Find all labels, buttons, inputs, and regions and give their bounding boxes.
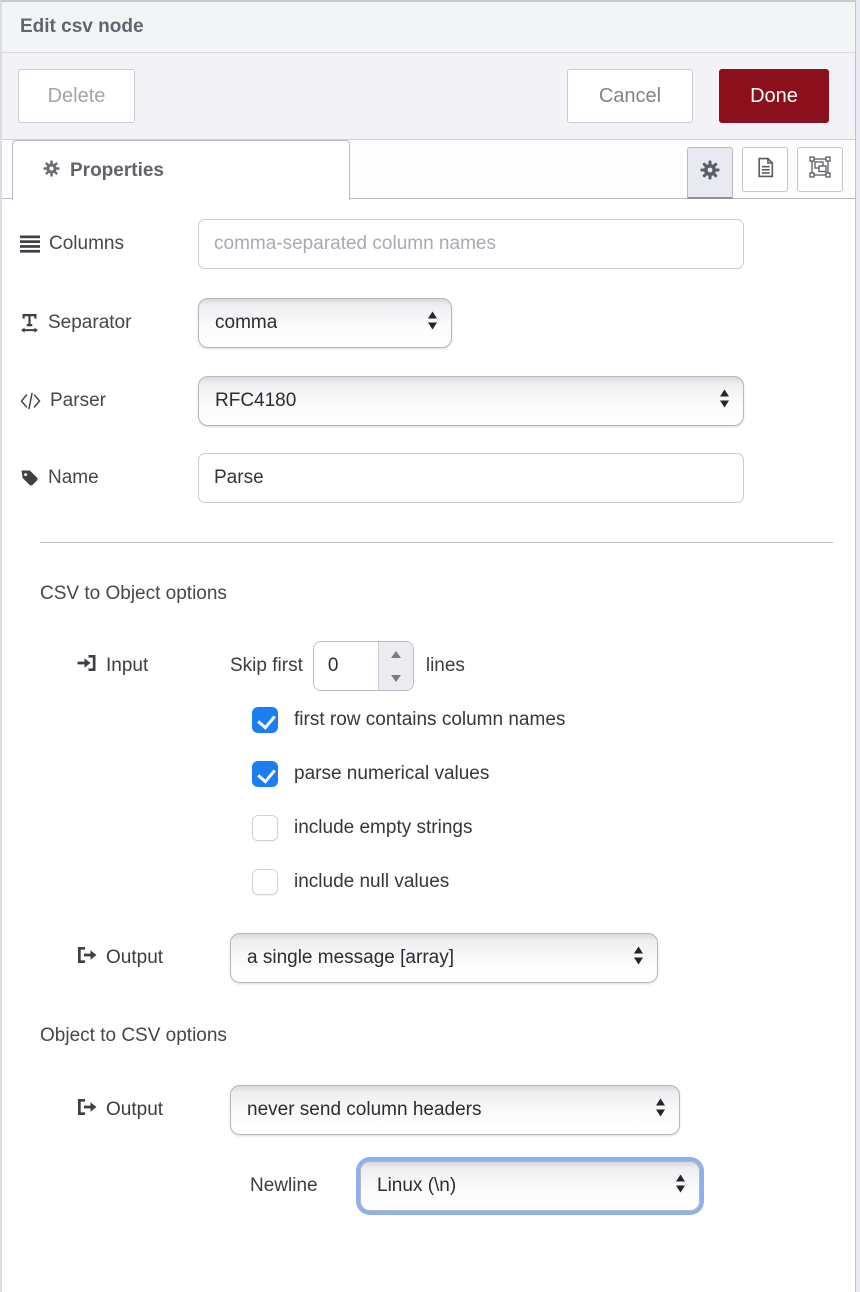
select-arrows-icon <box>675 1175 686 1198</box>
tab-properties-label: Properties <box>70 160 164 182</box>
parser-row: Parser RFC4180 <box>20 376 835 426</box>
tag-icon <box>20 469 39 488</box>
sign-in-icon <box>77 654 97 678</box>
checkbox-row-first-row-names: first row contains column names <box>252 707 835 733</box>
newline-label: Newline <box>250 1175 360 1197</box>
skip-lines-input[interactable] <box>314 642 378 690</box>
tab-bar: Properties <box>2 140 855 199</box>
object-group-icon <box>809 156 831 183</box>
parser-label: Parser <box>20 390 198 412</box>
obj-output-select[interactable]: never send column headers <box>230 1085 680 1135</box>
newline-select[interactable]: Linux (\n) <box>360 1161 700 1211</box>
parser-select[interactable]: RFC4180 <box>198 376 744 426</box>
dialog-title: Edit csv node <box>20 16 144 38</box>
columns-label: Columns <box>20 233 198 255</box>
section-divider <box>40 542 833 543</box>
select-arrows-icon <box>655 1099 666 1122</box>
properties-form: Columns Separator comma <box>2 219 855 1211</box>
list-icon <box>20 235 40 253</box>
csv-output-label: Output <box>77 946 230 970</box>
tab-properties[interactable]: Properties <box>12 140 350 200</box>
edit-csv-node-dialog: Edit csv node Delete Cancel Done <box>0 0 856 1292</box>
select-arrows-icon <box>719 390 730 413</box>
separator-select[interactable]: comma <box>198 298 452 348</box>
input-row: Input Skip first lines <box>20 641 835 691</box>
stepper-up-button[interactable] <box>379 642 413 666</box>
done-button[interactable]: Done <box>719 69 829 123</box>
name-row: Name <box>20 453 835 503</box>
toolbar-right-group: Cancel Done <box>567 69 829 123</box>
gear-icon <box>700 160 720 185</box>
newline-row: Newline Linux (\n) <box>20 1161 835 1211</box>
delete-button[interactable]: Delete <box>18 69 135 123</box>
stepper-buttons <box>378 642 413 690</box>
properties-gear-button[interactable] <box>687 147 733 199</box>
skip-first-text: Skip first <box>230 655 303 677</box>
dialog-toolbar: Delete Cancel Done <box>2 53 855 140</box>
object-to-csv-heading: Object to CSV options <box>40 1025 835 1047</box>
code-icon <box>20 392 41 410</box>
obj-output-label: Output <box>77 1098 230 1122</box>
parse-numerical-checkbox[interactable] <box>252 761 278 787</box>
document-icon <box>755 157 776 183</box>
columns-row: Columns <box>20 219 835 269</box>
name-input[interactable] <box>198 453 744 503</box>
sign-out-icon <box>77 1098 97 1122</box>
skip-lines-stepper <box>313 641 414 691</box>
checkbox-row-include-empty: include empty strings <box>252 815 835 841</box>
separator-label: Separator <box>20 312 198 334</box>
csv-output-select[interactable]: a single message [array] <box>230 933 658 983</box>
stepper-down-button[interactable] <box>379 666 413 690</box>
obj-output-row: Output never send column headers <box>20 1085 835 1135</box>
cancel-button[interactable]: Cancel <box>567 69 693 123</box>
csv-to-object-heading: CSV to Object options <box>40 583 835 605</box>
select-arrows-icon <box>633 947 644 970</box>
include-null-checkbox[interactable] <box>252 869 278 895</box>
appearance-button[interactable] <box>797 147 843 192</box>
text-width-icon <box>20 313 39 333</box>
checkbox-row-include-null: include null values <box>252 869 835 895</box>
sign-out-icon <box>77 946 97 970</box>
name-label: Name <box>20 467 198 489</box>
checkbox-row-parse-numerical: parse numerical values <box>252 761 835 787</box>
gear-icon <box>43 160 60 182</box>
select-arrows-icon <box>427 312 438 335</box>
lines-text: lines <box>426 655 465 677</box>
include-empty-checkbox[interactable] <box>252 815 278 841</box>
description-button[interactable] <box>742 147 788 192</box>
dialog-header: Edit csv node <box>2 2 855 53</box>
csv-output-row: Output a single message [array] <box>20 933 835 983</box>
input-label: Input <box>77 654 230 678</box>
separator-row: Separator comma <box>20 298 835 348</box>
tab-icon-buttons <box>687 147 843 199</box>
first-row-names-checkbox[interactable] <box>252 707 278 733</box>
columns-input[interactable] <box>198 219 744 269</box>
